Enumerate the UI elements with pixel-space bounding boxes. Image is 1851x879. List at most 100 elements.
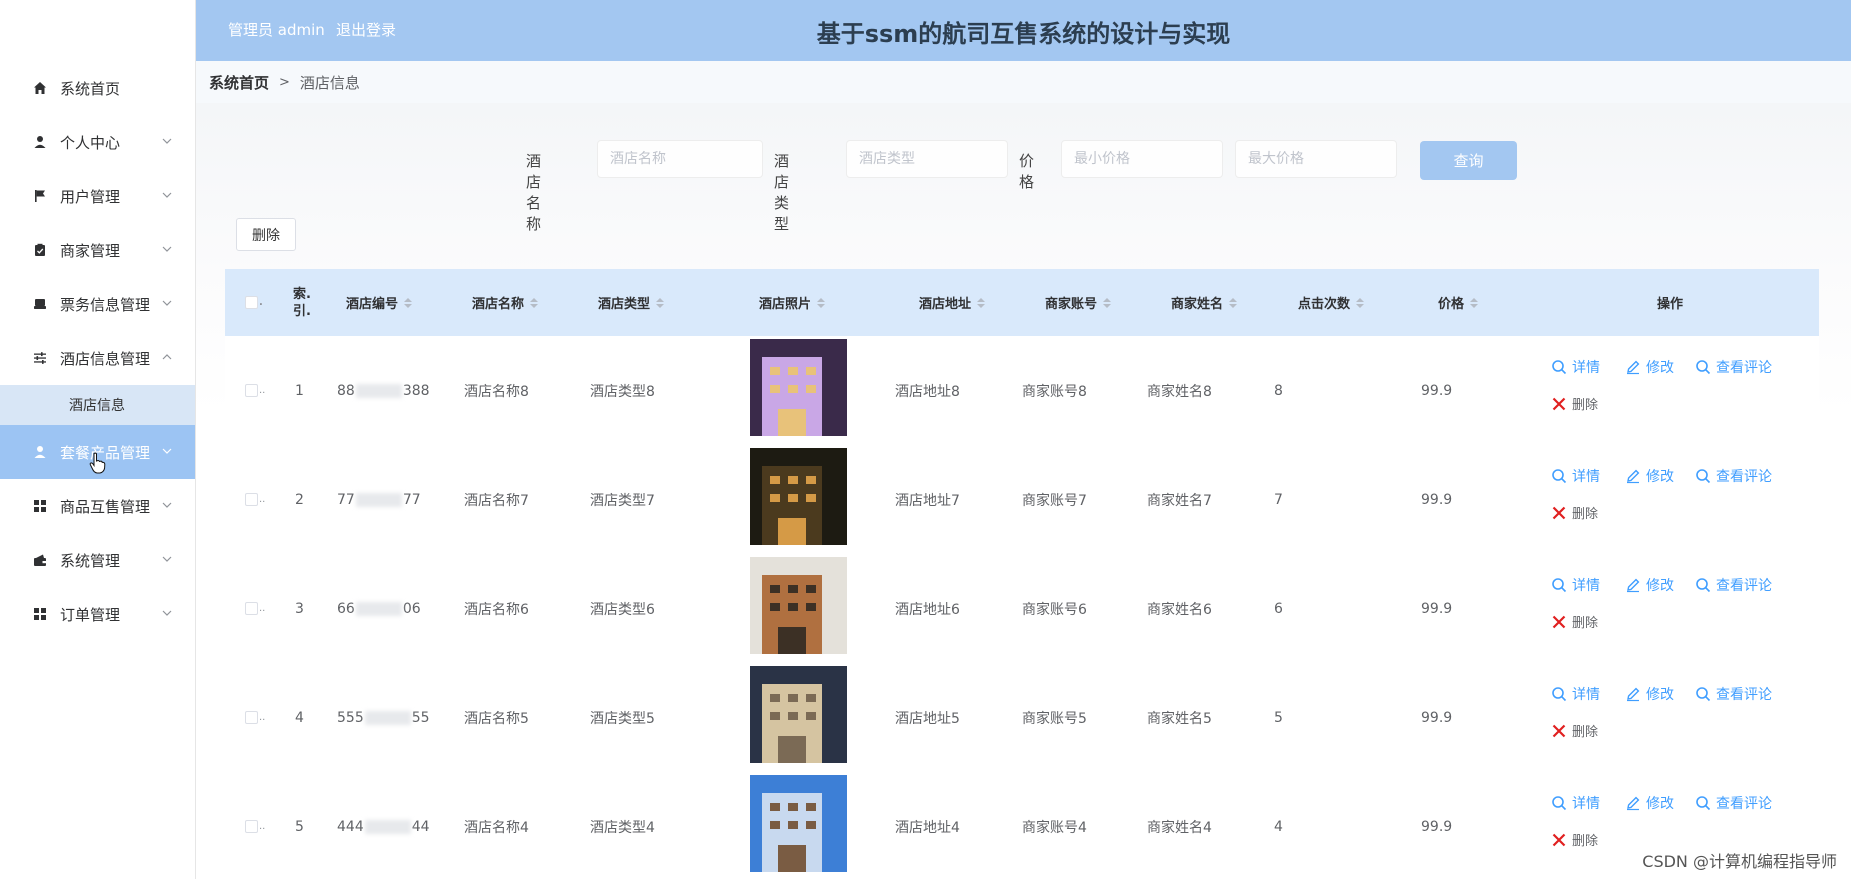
cell-index: 5	[295, 818, 304, 835]
hotel-photo-entrance	[778, 736, 806, 763]
hotel-photo[interactable]	[750, 775, 847, 872]
cell-price: 99.9	[1421, 818, 1453, 835]
row-checkbox-cell: ..	[245, 663, 265, 772]
home-icon	[32, 80, 48, 96]
header-hotel-name[interactable]: 酒店名称	[472, 269, 539, 336]
batch-delete-button[interactable]: 删除	[236, 218, 296, 251]
row-checkbox[interactable]	[245, 384, 258, 397]
header-hotel-type[interactable]: 酒店类型	[598, 269, 665, 336]
delete-row-button[interactable]: 删除	[1551, 503, 1598, 522]
header-hotel-photo[interactable]: 酒店照片	[759, 269, 826, 336]
sidebar-item-home[interactable]: 系统首页	[0, 61, 195, 115]
redacted-mask	[355, 492, 402, 507]
view-comments-button[interactable]: 查看评论	[1695, 575, 1772, 595]
row-checkbox-ellipsis: ..	[259, 821, 266, 832]
sort-icon	[404, 297, 413, 308]
view-comments-label: 查看评论	[1716, 469, 1772, 485]
edit-icon	[1627, 687, 1640, 702]
chevron-up-icon	[161, 351, 173, 363]
header-label: 酒店编号	[346, 297, 399, 312]
sidebar-item-label: 商品互售管理	[60, 497, 151, 516]
row-checkbox[interactable]	[245, 711, 258, 724]
edit-icon	[1627, 360, 1640, 375]
hotel-photo-window	[806, 385, 816, 393]
delete-row-button[interactable]: 删除	[1551, 830, 1598, 849]
hotel-photo[interactable]	[750, 557, 847, 654]
delete-row-label: 删除	[1572, 834, 1599, 849]
row-checkbox[interactable]	[245, 493, 258, 506]
detail-button[interactable]: 详情	[1551, 357, 1600, 377]
header-merchant-account[interactable]: 商家账号	[1045, 269, 1112, 336]
breadcrumb-home-link[interactable]: 系统首页	[209, 72, 269, 93]
edit-button[interactable]: 修改	[1625, 575, 1674, 595]
delete-row-button[interactable]: 删除	[1551, 721, 1598, 740]
chevron-down-icon	[161, 445, 173, 457]
query-button[interactable]: 查询	[1420, 141, 1517, 180]
edit-button[interactable]: 修改	[1625, 684, 1674, 704]
edit-button[interactable]: 修改	[1625, 466, 1674, 486]
row-checkbox[interactable]	[245, 602, 258, 615]
cell-hotel-address: 酒店地址6	[895, 601, 960, 618]
header-merchant-name[interactable]: 商家姓名	[1171, 269, 1238, 336]
delete-row-button[interactable]: 删除	[1551, 394, 1598, 413]
cell-hotel-no: 66 06	[337, 554, 421, 663]
header-hotel-no[interactable]: 酒店编号	[346, 269, 413, 336]
view-comments-button[interactable]: 查看评论	[1695, 357, 1772, 377]
row-checkbox-ellipsis: ..	[259, 494, 266, 505]
detail-button[interactable]: 详情	[1551, 466, 1600, 486]
detail-button[interactable]: 详情	[1551, 684, 1600, 704]
cell-hotel-type: 酒店类型4	[590, 819, 655, 836]
hotel-photo-window	[770, 712, 780, 720]
sidebar-item-ticket-management[interactable]: 票务信息管理	[0, 277, 195, 331]
cell-clicks: 6	[1274, 600, 1283, 617]
sidebar-item-merchant-management[interactable]: 商家管理	[0, 223, 195, 277]
cell-merchant-name: 商家姓名8	[1147, 383, 1212, 400]
edit-button[interactable]: 修改	[1625, 793, 1674, 813]
sidebar-item-product-sales[interactable]: 商品互售管理	[0, 479, 195, 533]
hotel-photo-window	[770, 367, 780, 375]
view-comments-label: 查看评论	[1716, 687, 1772, 703]
hotel-photo[interactable]	[750, 339, 847, 436]
min-price-input[interactable]	[1061, 140, 1223, 178]
header-hotel-address[interactable]: 酒店地址	[919, 269, 986, 336]
hotel-photo-window	[770, 385, 780, 393]
hotel-photo-window	[806, 694, 816, 702]
flag-icon	[32, 188, 48, 204]
view-comments-button[interactable]: 查看评论	[1695, 684, 1772, 704]
hotel-type-input[interactable]	[846, 140, 1008, 178]
edit-button[interactable]: 修改	[1625, 357, 1674, 377]
sidebar-item-user-management[interactable]: 用户管理	[0, 169, 195, 223]
hotel-photo[interactable]	[750, 666, 847, 763]
header-price[interactable]: 价格	[1438, 269, 1479, 336]
row-checkbox[interactable]	[245, 820, 258, 833]
sidebar-item-system-management[interactable]: 系统管理	[0, 533, 195, 587]
wallet-icon	[32, 552, 48, 568]
detail-button[interactable]: 详情	[1551, 575, 1600, 595]
header-index-line2: 引.	[293, 303, 311, 319]
cell-hotel-type: 酒店类型7	[590, 492, 655, 509]
chevron-down-icon	[161, 499, 173, 511]
select-all-checkbox[interactable]	[245, 296, 258, 309]
sidebar-item-personal-center[interactable]: 个人中心	[0, 115, 195, 169]
detail-button[interactable]: 详情	[1551, 793, 1600, 813]
grid-icon	[32, 498, 48, 514]
sidebar-subitem-hotel-info[interactable]: 酒店信息	[0, 385, 195, 425]
breadcrumb-separator: >	[279, 74, 290, 90]
cell-hotel-no: 88 388	[337, 336, 430, 445]
chevron-down-icon	[161, 553, 173, 565]
hotel-photo[interactable]	[750, 448, 847, 545]
sidebar-item-hotel-management[interactable]: 酒店信息管理	[0, 331, 195, 385]
redacted-mask	[364, 819, 411, 834]
search-icon	[1552, 687, 1567, 702]
hotel-photo-window	[770, 821, 780, 829]
hotel-name-input[interactable]	[597, 140, 763, 178]
max-price-input[interactable]	[1235, 140, 1397, 178]
sidebar-item-label: 酒店信息管理	[60, 349, 151, 368]
sidebar-item-order-management[interactable]: 订单管理	[0, 587, 195, 641]
delete-row-button[interactable]: 删除	[1551, 612, 1598, 631]
view-comments-button[interactable]: 查看评论	[1695, 793, 1772, 813]
view-comments-button[interactable]: 查看评论	[1695, 466, 1772, 486]
cell-merchant-account: 商家账号5	[1022, 710, 1087, 727]
sort-icon	[530, 297, 539, 308]
header-clicks[interactable]: 点击次数	[1298, 269, 1365, 336]
